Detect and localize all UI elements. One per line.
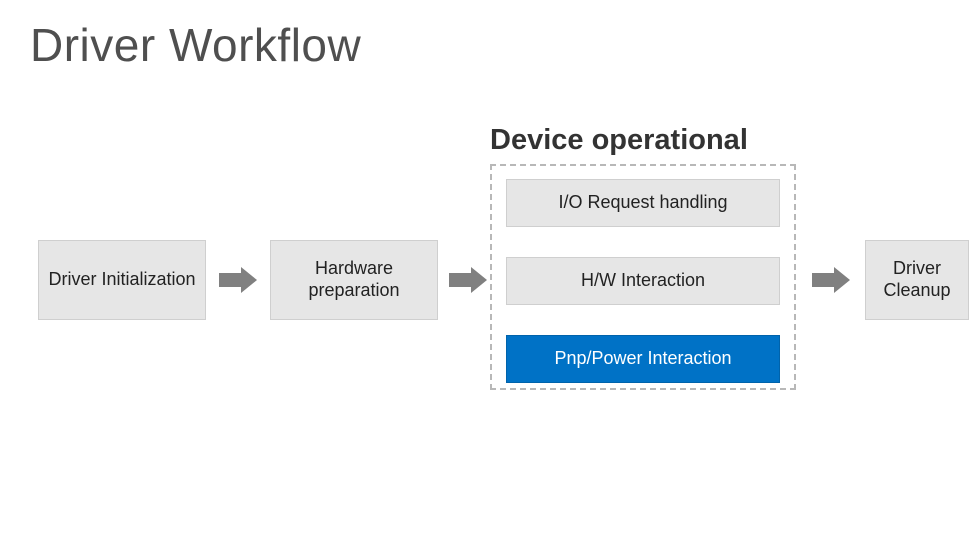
arrow-icon <box>449 267 487 293</box>
arrow-icon <box>812 267 850 293</box>
box-hw-interaction: H/W Interaction <box>506 257 780 305</box>
slide-title: Driver Workflow <box>30 18 361 72</box>
box-hardware-preparation: Hardware preparation <box>270 240 438 320</box>
box-pnp-power-interaction: Pnp/Power Interaction <box>506 335 780 383</box>
arrow-icon <box>219 267 257 293</box>
box-driver-initialization: Driver Initialization <box>38 240 206 320</box>
box-driver-cleanup: Driver Cleanup <box>865 240 969 320</box>
device-operational-label: Device operational <box>490 124 748 157</box>
box-io-request-handling: I/O Request handling <box>506 179 780 227</box>
